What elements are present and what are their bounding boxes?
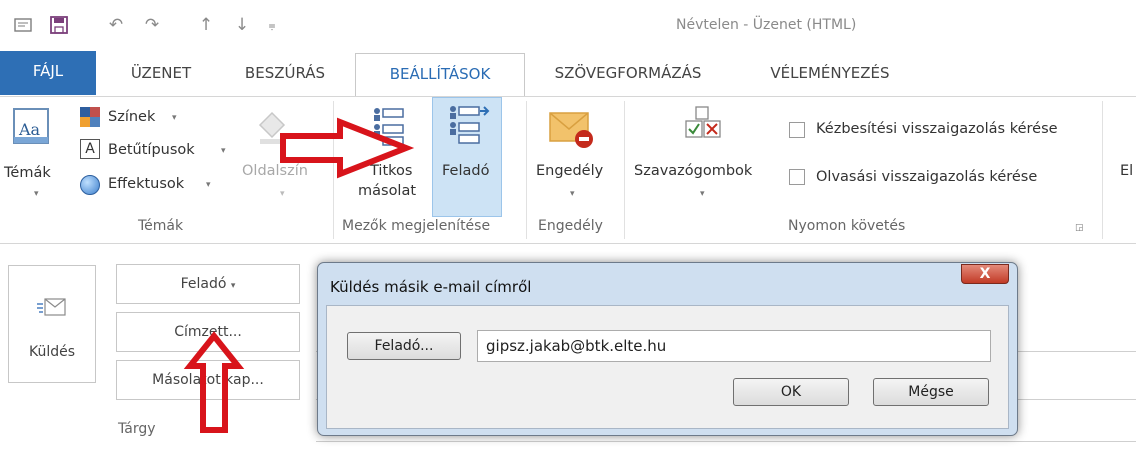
group-separator — [624, 101, 625, 239]
read-receipt-label: Olvasási visszaigazolás kérése — [816, 169, 1038, 185]
to-button[interactable]: Címzett... — [116, 312, 300, 352]
fonts-button[interactable]: Betűtípusok — [108, 142, 195, 158]
svg-text:Aa: Aa — [18, 120, 41, 139]
tab-options[interactable]: BEÁLLÍTÁSOK — [355, 53, 525, 97]
delivery-receipt-checkbox[interactable] — [789, 122, 805, 138]
window-title: Névtelen - Üzenet (HTML) — [676, 17, 857, 33]
bcc-icon — [370, 105, 410, 147]
permission-icon — [548, 107, 596, 151]
up-icon[interactable]: ↑ — [196, 14, 216, 36]
effects-button[interactable]: Effektusok — [108, 176, 184, 192]
group-label-fields: Mezők megjelenítése — [342, 218, 491, 234]
fonts-icon: A — [80, 139, 100, 159]
dialog-launcher-icon[interactable]: ◲ — [1075, 223, 1084, 233]
ribbon: Aa Témák ▾ Színek ▾ A Betűtípusok ▾ Effe… — [0, 96, 1136, 244]
subject-field-line[interactable] — [316, 441, 1136, 442]
group-separator — [526, 101, 527, 239]
chevron-down-icon: ▾ — [230, 281, 236, 291]
permission-button[interactable]: Engedély — [536, 163, 603, 179]
cancel-button[interactable]: Mégse — [873, 378, 989, 406]
themes-icon[interactable]: Aa — [12, 107, 52, 147]
send-button[interactable]: Küldés — [8, 265, 96, 383]
cc-button[interactable]: Másolatot kap... — [116, 360, 300, 400]
page-color-icon — [254, 107, 290, 147]
delivery-receipt-label: Kézbesítési visszaigazolás kérése — [816, 121, 1058, 137]
group-label-tracking: Nyomon követés — [788, 218, 906, 234]
from-address-input[interactable]: gipsz.jakab@btk.elte.hu — [477, 330, 991, 362]
close-icon: X — [979, 266, 991, 282]
themes-button[interactable]: Témák — [4, 165, 51, 181]
colors-icon — [80, 107, 100, 127]
send-from-dialog: Küldés másik e-mail címről X Feladó... g… — [317, 262, 1018, 436]
group-separator — [1102, 101, 1103, 239]
group-separator — [333, 101, 334, 239]
from-field-icon — [446, 103, 490, 145]
subject-label: Tárgy — [118, 421, 156, 437]
send-icon — [37, 296, 67, 322]
redo-icon[interactable]: ↷ — [140, 14, 164, 36]
from-button[interactable]: Feladó ▾ — [116, 264, 300, 304]
customize-icon[interactable]: ⩦ — [264, 14, 280, 36]
dialog-from-button[interactable]: Feladó... — [347, 332, 461, 360]
group-label-permission: Engedély — [538, 218, 603, 234]
message-icon[interactable] — [12, 14, 34, 36]
group-label-themes: Témák — [138, 218, 184, 234]
from-field-label: Feladó — [442, 163, 490, 179]
from-button-label: Feladó — [180, 276, 227, 292]
close-button[interactable]: X — [961, 264, 1009, 284]
colors-button[interactable]: Színek — [108, 109, 155, 125]
dialog-title: Küldés másik e-mail címről — [330, 278, 532, 296]
tab-insert[interactable]: BESZÚRÁS — [229, 53, 341, 97]
tab-format-text[interactable]: SZÖVEGFORMÁZÁS — [535, 53, 721, 97]
undo-icon[interactable]: ↶ — [104, 14, 128, 36]
voting-icon — [682, 105, 722, 145]
dialog-body: Feladó... gipsz.jakab@btk.elte.hu OK Még… — [326, 305, 1009, 429]
down-icon[interactable]: ↓ — [232, 14, 252, 36]
tab-file[interactable]: FÁJL — [0, 51, 96, 95]
bcc-button-line1[interactable]: Titkos — [370, 163, 412, 179]
send-label: Küldés — [28, 344, 76, 360]
ribbon-tabs: FÁJL ÜZENET BESZÚRÁS BEÁLLÍTÁSOK SZÖVEGF… — [0, 47, 1136, 97]
tab-message[interactable]: ÜZENET — [113, 53, 209, 97]
page-color-button[interactable]: Oldalszín — [242, 163, 308, 179]
bcc-button-line2[interactable]: másolat — [358, 183, 416, 199]
effects-icon — [80, 175, 100, 195]
tab-review[interactable]: VÉLEMÉNYEZÉS — [737, 53, 923, 97]
save-icon[interactable] — [48, 14, 70, 36]
title-bar: ↶ ↷ ↑ ↓ ⩦ Névtelen - Üzenet (HTML) — [0, 0, 1136, 44]
cut-off-label[interactable]: El — [1120, 163, 1133, 179]
voting-button[interactable]: Szavazógombok — [634, 163, 752, 179]
ok-button[interactable]: OK — [733, 378, 849, 406]
read-receipt-checkbox[interactable] — [789, 169, 805, 185]
